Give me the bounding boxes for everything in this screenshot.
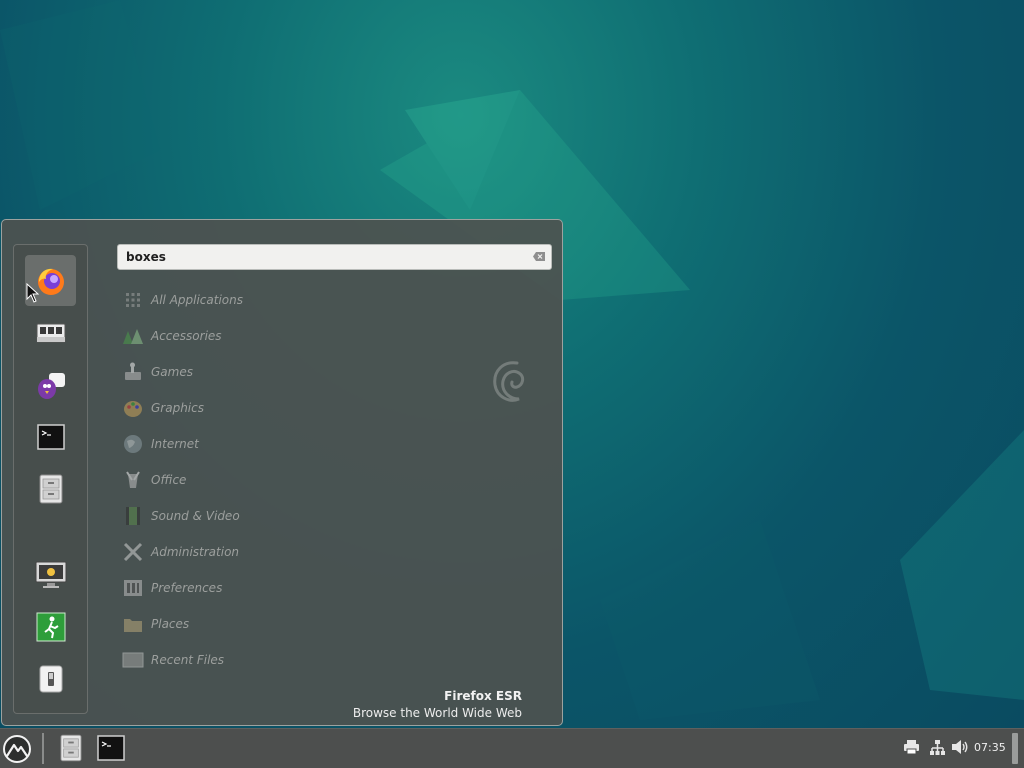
mouse-cursor-icon — [26, 283, 39, 303]
category-office[interactable]: Office — [122, 466, 422, 494]
category-internet[interactable]: Internet — [122, 430, 422, 458]
clock[interactable]: 07:35 — [974, 741, 1006, 754]
session-lock-screen[interactable] — [25, 549, 76, 600]
category-label: Administration — [151, 545, 240, 559]
panel-separator — [42, 733, 44, 764]
category-label: Accessories — [151, 329, 222, 343]
category-places[interactable]: Places — [122, 610, 422, 638]
boxes-icon — [36, 323, 65, 342]
category-graphics[interactable]: Graphics — [122, 394, 422, 422]
category-label: All Applications — [151, 293, 243, 307]
games-icon — [122, 361, 144, 383]
film-icon — [122, 505, 144, 527]
category-label: Internet — [151, 437, 199, 451]
debian-logo-icon — [493, 361, 525, 402]
search-input[interactable] — [126, 249, 526, 265]
file-cabinet-icon — [39, 474, 62, 503]
category-recent-files[interactable]: Recent Files — [122, 646, 422, 674]
session-shutdown[interactable] — [25, 653, 76, 704]
firefox-icon — [37, 268, 64, 295]
category-label: Graphics — [151, 401, 204, 415]
favorite-pidgin[interactable] — [25, 359, 76, 410]
folder-icon — [122, 613, 144, 635]
power-switch-icon — [39, 665, 62, 692]
category-label: Games — [151, 365, 193, 379]
show-desktop-handle[interactable] — [1012, 733, 1018, 764]
network-icon[interactable] — [929, 739, 946, 756]
mint-menu-icon — [3, 735, 31, 763]
pidgin-icon — [37, 372, 65, 399]
search-box[interactable] — [117, 244, 552, 270]
selected-app-name: Firefox ESR — [444, 689, 522, 703]
globe-icon — [122, 433, 144, 455]
terminal-icon — [97, 735, 125, 761]
session-logout[interactable] — [25, 601, 76, 652]
terminal-icon — [36, 423, 65, 450]
category-label: Recent Files — [151, 653, 225, 667]
category-label: Places — [151, 617, 190, 631]
accessories-icon — [122, 325, 144, 347]
category-all-applications[interactable]: All Applications — [122, 286, 422, 314]
panel-launcher-files[interactable] — [56, 733, 86, 763]
grid-icon — [122, 289, 144, 311]
favorite-files[interactable] — [25, 463, 76, 514]
palette-icon — [122, 397, 144, 419]
clear-search-icon[interactable] — [533, 252, 545, 261]
printer-icon[interactable] — [903, 739, 920, 755]
application-menu: All Applications Accessories Games Graphics… — [1, 219, 563, 726]
category-games[interactable]: Games — [122, 358, 422, 386]
selected-app-description: Browse the World Wide Web — [352, 706, 522, 720]
office-icon — [122, 469, 144, 491]
recent-files-icon — [122, 649, 144, 671]
file-cabinet-icon — [60, 734, 82, 762]
category-label: Sound & Video — [151, 509, 240, 523]
favorite-boxes[interactable] — [25, 307, 76, 358]
tools-icon — [122, 541, 144, 563]
preferences-icon — [122, 577, 144, 599]
panel-launcher-terminal[interactable] — [96, 733, 126, 763]
menu-button[interactable] — [2, 734, 32, 764]
favorite-terminal[interactable] — [25, 411, 76, 462]
favorites-panel — [13, 244, 88, 714]
logout-icon — [36, 612, 65, 641]
category-label: Preferences — [151, 581, 223, 595]
category-preferences[interactable]: Preferences — [122, 574, 422, 602]
category-label: Office — [151, 473, 187, 487]
category-administration[interactable]: Administration — [122, 538, 422, 566]
category-sound-video[interactable]: Sound & Video — [122, 502, 422, 530]
volume-icon[interactable] — [951, 739, 969, 755]
lock-screen-icon — [35, 561, 66, 588]
bottom-panel: 07:35 — [0, 728, 1024, 768]
category-accessories[interactable]: Accessories — [122, 322, 422, 350]
